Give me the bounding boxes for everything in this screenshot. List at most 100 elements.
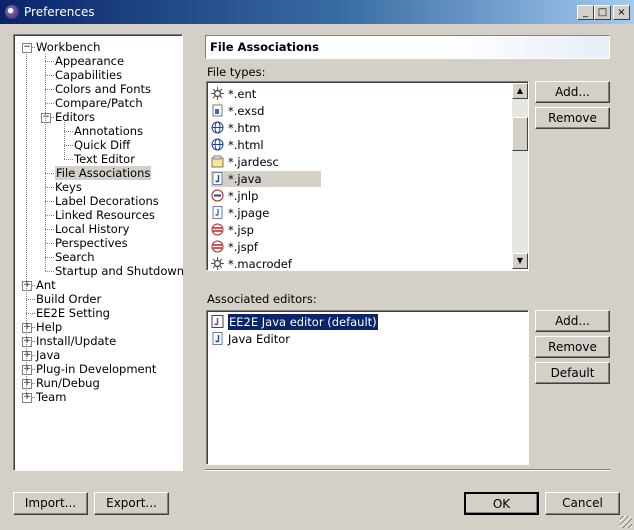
file-type-row[interactable]: *.html	[211, 137, 321, 153]
tree-item[interactable]: Java	[36, 348, 60, 362]
html-file-icon	[211, 138, 224, 151]
eclipse-icon	[5, 5, 19, 19]
file-types-list[interactable]: *.ent *.exsd *.htm *.html *.jardesc *.java *.j…	[206, 81, 529, 271]
add-file-type-button[interactable]: Add...	[535, 81, 610, 103]
import-button[interactable]: Import...	[13, 492, 88, 515]
tree-item[interactable]: EE2E Setting	[36, 306, 110, 320]
title-bar[interactable]: Preferences _ □ ×	[0, 0, 634, 24]
tree-item[interactable]: Editors	[55, 110, 95, 124]
tree-item-label: EE2E Setting	[36, 306, 110, 320]
scroll-up-button[interactable]: ▲	[512, 83, 528, 99]
java-file-icon	[211, 172, 224, 185]
file-type-label: *.jnlp	[228, 189, 259, 203]
file-type-label: *.ent	[228, 87, 257, 101]
tree-item-label: Label Decorations	[55, 194, 159, 208]
tree-connector	[45, 54, 47, 271]
remove-file-type-button[interactable]: Remove	[535, 107, 610, 129]
editor-label: EE2E Java editor (default)	[227, 313, 379, 331]
file-type-label: *.macrodef	[228, 257, 292, 271]
minimize-button[interactable]: _	[577, 5, 594, 20]
file-type-row[interactable]: *.jardesc	[211, 154, 321, 170]
remove-editor-button[interactable]: Remove	[535, 336, 610, 358]
tree-item-label: Editors	[55, 110, 96, 124]
file-type-label: *.jspf	[228, 240, 258, 254]
file-type-label: *.html	[228, 138, 264, 152]
tree-item[interactable]: File Associations	[55, 166, 152, 180]
tree-item[interactable]: Ant	[36, 278, 56, 292]
file-type-label: *.jpage	[228, 206, 270, 220]
file-type-row[interactable]: *.jnlp	[211, 188, 321, 204]
tree-item-label: Linked Resources	[55, 208, 155, 222]
tree-item[interactable]: Plug-in Development	[36, 362, 156, 376]
tree-item[interactable]: Quick Diff	[74, 138, 130, 152]
ee2e-editor-icon	[211, 315, 224, 328]
tree-connector	[64, 159, 73, 161]
tree-item-label: Compare/Patch	[55, 96, 143, 110]
tree-item-label: Install/Update	[36, 334, 117, 348]
tree-item-label: Java	[36, 348, 61, 362]
maximize-button[interactable]: □	[594, 5, 611, 20]
file-type-row[interactable]: *.jpage	[211, 205, 321, 221]
tree-item[interactable]: Capabilities	[55, 68, 122, 82]
file-type-label: *.jardesc	[228, 155, 279, 169]
tree-item[interactable]: Keys	[55, 180, 82, 194]
file-types-label: File types:	[207, 65, 266, 79]
tree-item[interactable]: Help	[36, 320, 62, 334]
file-types-scrollbar[interactable]	[512, 83, 528, 269]
tree-item[interactable]: Run/Debug	[36, 376, 100, 390]
java-file-icon	[211, 332, 224, 345]
preferences-tree[interactable]: Workbench − Appearance Capabilities Colors a…	[13, 34, 184, 471]
tree-item[interactable]: Annotations	[74, 124, 143, 138]
tree-item-label: Ant	[36, 278, 56, 292]
ok-button[interactable]: OK	[464, 492, 539, 515]
file-type-row[interactable]: *.jsp	[211, 222, 321, 238]
tree-item[interactable]: Linked Resources	[55, 208, 155, 222]
gear-file-icon	[211, 257, 224, 270]
close-button[interactable]: ×	[613, 5, 630, 20]
tree-item[interactable]: Colors and Fonts	[55, 82, 151, 96]
file-type-label: *.jsp	[228, 223, 254, 237]
file-type-label: *.java	[228, 172, 262, 186]
default-editor-button[interactable]: Default	[535, 362, 610, 384]
tree-item[interactable]: Label Decorations	[55, 194, 159, 208]
window-title: Preferences	[24, 5, 95, 19]
html-file-icon	[211, 121, 224, 134]
jar-file-icon	[211, 155, 224, 168]
tree-item-label: Local History	[55, 222, 130, 236]
associated-editors-list[interactable]: EE2E Java editor (default) Java Editor	[206, 310, 529, 465]
file-type-row[interactable]: *.exsd	[211, 103, 321, 119]
file-type-label: *.exsd	[228, 104, 265, 118]
tree-item-label: Colors and Fonts	[55, 82, 151, 96]
tree-connector	[26, 52, 28, 397]
editor-label: Java Editor	[228, 332, 290, 346]
file-type-row[interactable]: *.macrodef	[211, 256, 321, 271]
file-type-row[interactable]: *.ent	[211, 86, 321, 102]
tree-item[interactable]: Appearance	[55, 54, 124, 68]
tree-connector	[64, 122, 66, 159]
tree-item-label: Text Editor	[74, 152, 135, 166]
tree-item[interactable]: Compare/Patch	[55, 96, 143, 110]
scroll-down-button[interactable]: ▼	[512, 253, 528, 269]
resize-grip[interactable]	[620, 516, 632, 528]
tree-item[interactable]: Build Order	[36, 292, 101, 306]
tree-item[interactable]: Local History	[55, 222, 129, 236]
scroll-thumb[interactable]	[512, 117, 528, 151]
tree-item[interactable]: Perspectives	[55, 236, 128, 250]
cancel-button[interactable]: Cancel	[545, 492, 620, 515]
tree-item-label: Appearance	[55, 54, 125, 68]
tree-item[interactable]: Text Editor	[74, 152, 135, 166]
file-type-label: *.htm	[228, 121, 261, 135]
tree-item[interactable]: Install/Update	[36, 334, 116, 348]
file-type-row[interactable]: *.htm	[211, 120, 321, 136]
tree-item[interactable]: Workbench	[36, 40, 100, 54]
tree-item[interactable]: Startup and Shutdown	[55, 264, 184, 278]
tree-item-label: Team	[36, 390, 67, 404]
export-button[interactable]: Export...	[94, 492, 169, 515]
tree-item[interactable]: Team	[36, 390, 66, 404]
file-type-row[interactable]: *.java	[211, 171, 321, 187]
file-type-row[interactable]: *.jspf	[211, 239, 321, 255]
tree-item[interactable]: Search	[55, 250, 95, 264]
tree-item-label: Keys	[55, 180, 82, 194]
add-editor-button[interactable]: Add...	[535, 310, 610, 332]
tree-item-label: Quick Diff	[74, 138, 131, 152]
